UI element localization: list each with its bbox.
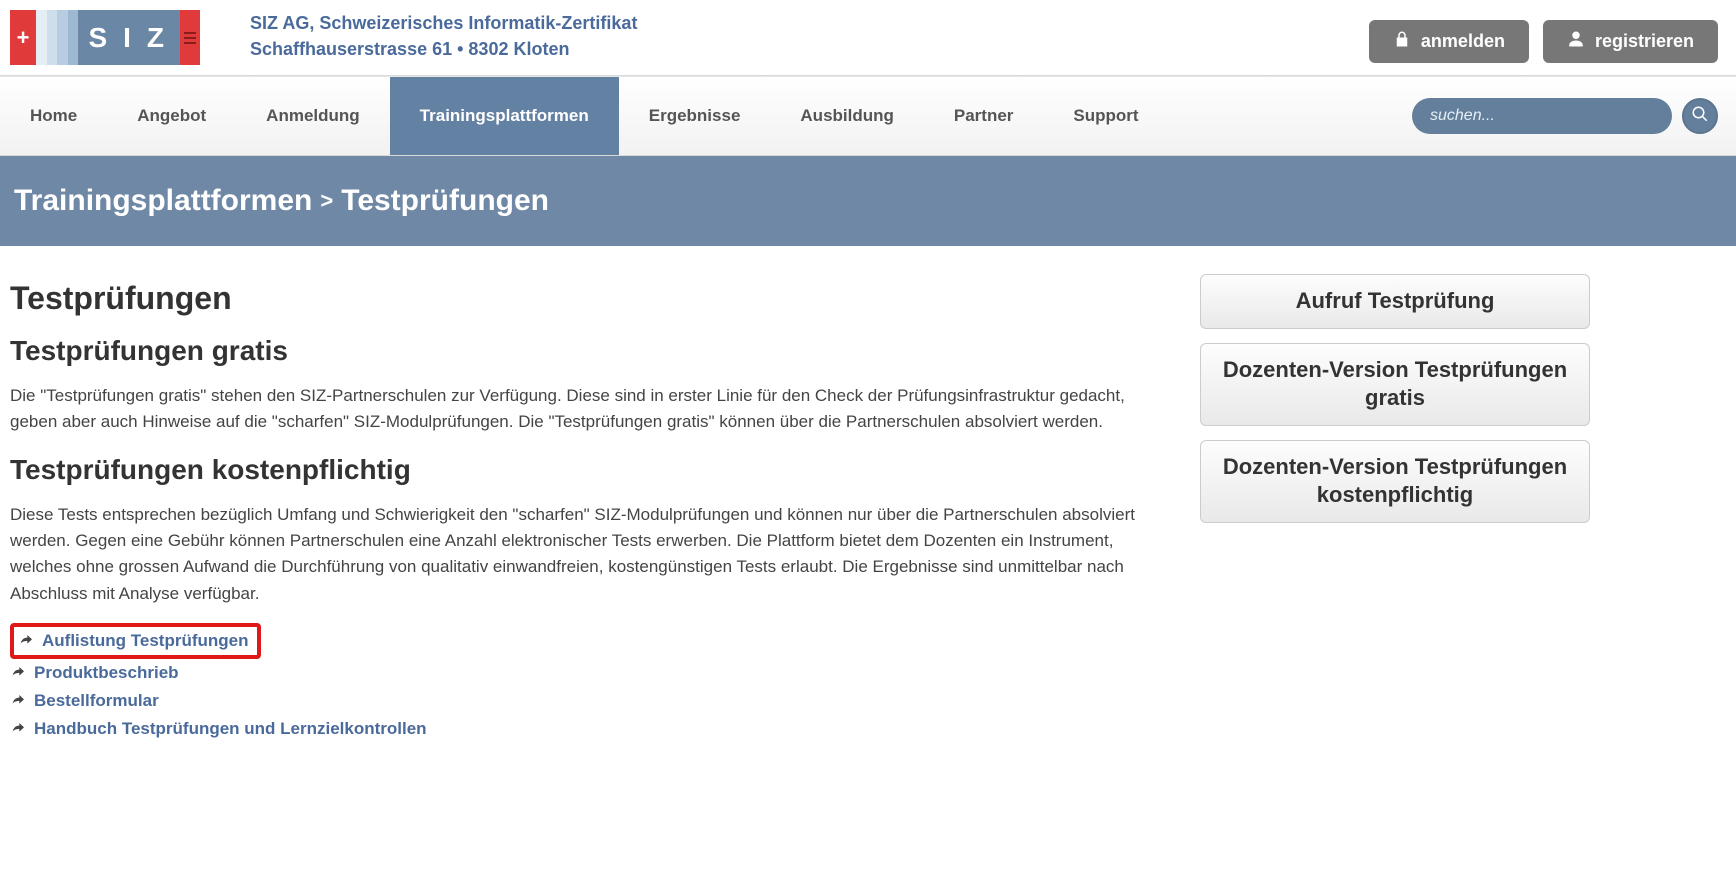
link-label[interactable]: Bestellformular <box>34 691 159 711</box>
page-title: Testprüfungen <box>10 280 1160 317</box>
company-info: SIZ AG, Schweizerisches Informatik-Zerti… <box>250 10 1369 62</box>
company-address: Schaffhauserstrasse 61 • 8302 Kloten <box>250 36 1369 62</box>
link-handbuch[interactable]: Handbuch Testprüfungen und Lernzielkontr… <box>10 715 1160 743</box>
nav-ergebnisse[interactable]: Ergebnisse <box>619 77 771 155</box>
breadcrumb-separator: > <box>312 188 341 214</box>
register-button[interactable]: registrieren <box>1543 20 1718 63</box>
nav-partner[interactable]: Partner <box>924 77 1044 155</box>
arrow-share-icon <box>10 721 26 737</box>
arrow-share-icon <box>10 665 26 681</box>
link-label[interactable]: Handbuch Testprüfungen und Lernzielkontr… <box>34 719 427 739</box>
nav-trainingsplattformen[interactable]: Trainingsplattformen <box>390 77 619 155</box>
section1-body: Die "Testprüfungen gratis" stehen den SI… <box>10 383 1160 436</box>
login-button-label: anmelden <box>1421 31 1505 52</box>
sidebar-item-aufruf[interactable]: Aufruf Testprüfung <box>1200 274 1590 329</box>
arrow-share-icon <box>10 693 26 709</box>
nav-support[interactable]: Support <box>1043 77 1168 155</box>
section1-title: Testprüfungen gratis <box>10 335 1160 367</box>
search-button[interactable] <box>1682 98 1718 134</box>
link-produktbeschrieb[interactable]: Produktbeschrieb <box>10 659 1160 687</box>
link-label[interactable]: Auflistung Testprüfungen <box>42 631 249 651</box>
search-input[interactable] <box>1412 98 1672 134</box>
link-label[interactable]: Produktbeschrieb <box>34 663 179 683</box>
sidebar-item-dozenten-gratis[interactable]: Dozenten-Version Testprüfungen gratis <box>1200 343 1590 426</box>
nav-angebot[interactable]: Angebot <box>107 77 236 155</box>
arrow-share-icon <box>18 633 34 649</box>
site-logo[interactable]: + SIZ <box>10 10 200 65</box>
main-nav: Home Angebot Anmeldung Trainingsplattfor… <box>0 77 1169 155</box>
nav-ausbildung[interactable]: Ausbildung <box>770 77 923 155</box>
register-button-label: registrieren <box>1595 31 1694 52</box>
link-bestellformular[interactable]: Bestellformular <box>10 687 1160 715</box>
link-auflistung[interactable]: Auflistung Testprüfungen <box>10 623 261 659</box>
sidebar-item-dozenten-kosten[interactable]: Dozenten-Version Testprüfungen kostenpfl… <box>1200 440 1590 523</box>
logo-text: SIZ <box>88 22 180 54</box>
section2-title: Testprüfungen kostenpflichtig <box>10 454 1160 486</box>
search-icon <box>1691 105 1709 128</box>
lock-icon <box>1393 30 1411 53</box>
nav-home[interactable]: Home <box>0 77 107 155</box>
login-button[interactable]: anmelden <box>1369 20 1529 63</box>
nav-anmeldung[interactable]: Anmeldung <box>236 77 390 155</box>
breadcrumb-level1[interactable]: Trainingsplattformen <box>14 184 312 218</box>
section2-body: Diese Tests entsprechen bezüglich Umfang… <box>10 502 1160 607</box>
user-icon <box>1567 30 1585 53</box>
breadcrumb-banner: Trainingsplattformen > Testprüfungen <box>0 156 1736 246</box>
company-name: SIZ AG, Schweizerisches Informatik-Zerti… <box>250 10 1369 36</box>
breadcrumb-level2[interactable]: Testprüfungen <box>341 184 549 218</box>
